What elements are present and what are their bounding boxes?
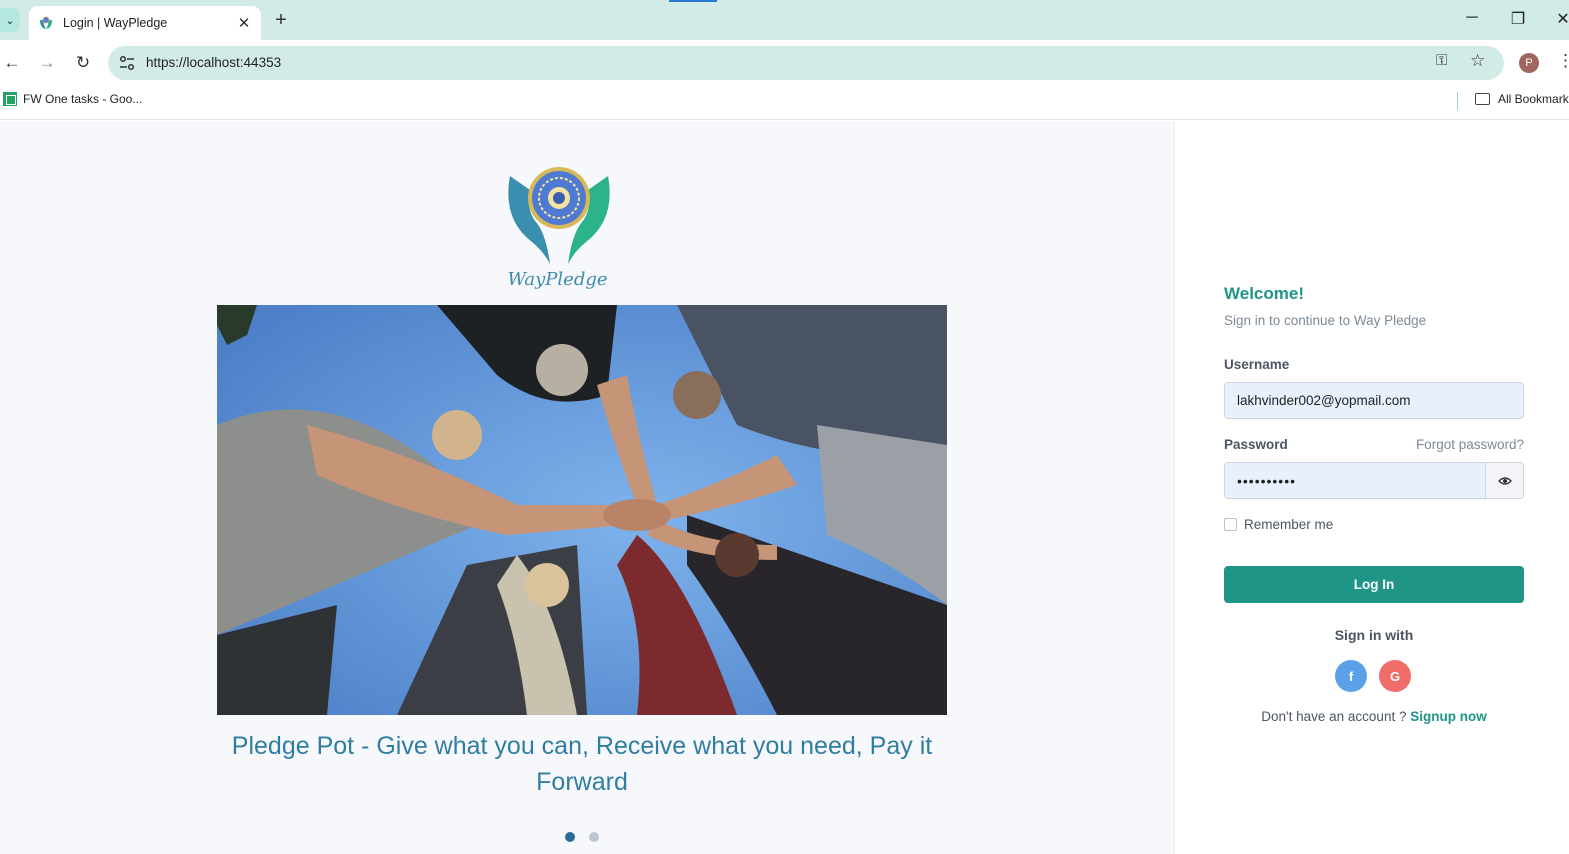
- all-bookmarks-button[interactable]: All Bookmark: [1475, 92, 1569, 106]
- close-window-button[interactable]: ✕: [1553, 9, 1569, 29]
- facebook-icon: f: [1348, 668, 1354, 684]
- url-text[interactable]: https://localhost:44353: [146, 55, 281, 70]
- waypledge-favicon-icon: [40, 16, 52, 29]
- tab-title: Login | WayPledge: [63, 16, 168, 30]
- site-settings-icon[interactable]: [118, 54, 136, 72]
- bookmark-star-icon[interactable]: ☆: [1470, 51, 1485, 71]
- address-bar[interactable]: https://localhost:44353 ⚿ ☆: [108, 46, 1504, 80]
- login-button[interactable]: Log In: [1224, 566, 1524, 603]
- signup-prompt: Don't have an account ? Signup now: [1224, 709, 1524, 724]
- show-password-button[interactable]: [1486, 462, 1524, 499]
- tab-close-icon[interactable]: ✕: [236, 14, 252, 32]
- eye-icon: [1497, 476, 1512, 485]
- tab-search-chevron-icon[interactable]: ⌄: [0, 8, 20, 32]
- password-field: ••••••••••: [1224, 462, 1524, 499]
- remember-me-checkbox[interactable]: [1224, 518, 1237, 531]
- no-account-text: Don't have an account ?: [1261, 709, 1411, 724]
- hero-panel: WayPledge Pledge Pot - Give what you can…: [0, 121, 1174, 854]
- sign-in-with-label: Sign in with: [1334, 627, 1414, 643]
- username-label: Username: [1224, 357, 1290, 372]
- password-key-icon[interactable]: ⚿: [1436, 52, 1447, 69]
- forgot-password-link[interactable]: Forgot password?: [1416, 437, 1524, 452]
- bookmark-label: FW One tasks - Goo...: [23, 92, 143, 106]
- reload-button[interactable]: ↻: [71, 51, 95, 75]
- browser-toolbar: ← → ↻ https://localhost:44353 ⚿ ☆ P ⋮: [0, 40, 1569, 86]
- bookmark-item[interactable]: FW One tasks - Goo...: [3, 92, 142, 106]
- welcome-heading: Welcome!: [1224, 284, 1304, 303]
- carousel-dot-1[interactable]: [565, 832, 575, 842]
- password-label: Password: [1224, 437, 1288, 452]
- login-panel: Welcome! Sign in to continue to Way Pled…: [1174, 121, 1569, 854]
- signup-link[interactable]: Signup now: [1410, 709, 1487, 724]
- carousel-indicators: [565, 832, 599, 842]
- welcome-subtitle: Sign in to continue to Way Pledge: [1224, 313, 1427, 328]
- restore-window-button[interactable]: ❐: [1508, 9, 1528, 29]
- username-input[interactable]: lakhvinder002@yopmail.com: [1224, 382, 1524, 419]
- remember-me-row: Remember me: [1224, 517, 1333, 532]
- logo-wordmark: WayPledge: [507, 269, 608, 290]
- all-bookmarks-label: All Bookmark: [1498, 92, 1569, 106]
- folder-icon: [1475, 93, 1490, 105]
- carousel-caption: Pledge Pot - Give what you can, Receive …: [231, 732, 933, 796]
- forward-button[interactable]: →: [35, 51, 59, 75]
- remember-me-label[interactable]: Remember me: [1244, 517, 1333, 532]
- bookmarks-bar: FW One tasks - Goo... All Bookmark: [0, 86, 1569, 120]
- browser-tab-active[interactable]: Login | WayPledge ✕: [29, 6, 261, 40]
- sheets-icon: [3, 92, 17, 106]
- carousel-slide-image[interactable]: [217, 305, 947, 715]
- bookmarks-divider: [1457, 92, 1458, 110]
- browser-menu-icon[interactable]: ⋮: [1557, 51, 1569, 71]
- profile-avatar[interactable]: P: [1519, 53, 1539, 73]
- tab-loading-indicator: [669, 0, 717, 2]
- password-input[interactable]: ••••••••••: [1224, 462, 1486, 499]
- google-login-button[interactable]: G: [1379, 660, 1411, 692]
- back-button[interactable]: ←: [0, 51, 24, 75]
- facebook-login-button[interactable]: f: [1335, 660, 1367, 692]
- google-icon: G: [1389, 668, 1401, 684]
- browser-tabstrip: ⌄ Login | WayPledge ✕ + ─ ❐ ✕: [0, 0, 1569, 40]
- minimize-window-button[interactable]: ─: [1462, 9, 1482, 27]
- carousel-dot-2[interactable]: [589, 832, 599, 842]
- new-tab-button[interactable]: +: [270, 10, 292, 32]
